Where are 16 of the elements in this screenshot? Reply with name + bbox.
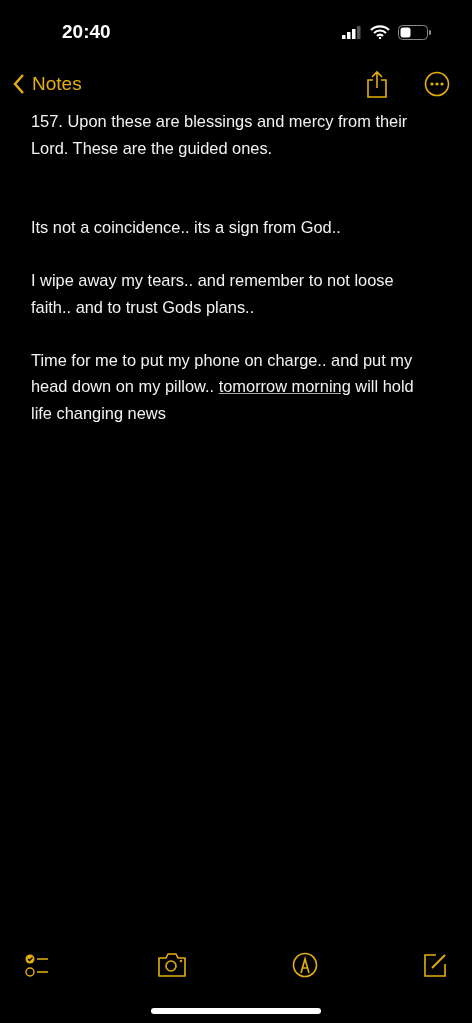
wifi-icon bbox=[370, 25, 390, 39]
date-link[interactable]: tomorrow morning bbox=[218, 377, 351, 395]
more-icon[interactable] bbox=[424, 71, 450, 97]
note-text: I wipe away my tears.. and remember to not loose faith.. and to trust Gods plans.. bbox=[31, 270, 395, 318]
note-text: Its not a coincidence.. its a sign from God.. bbox=[31, 217, 342, 238]
pen-tip-icon[interactable] bbox=[292, 952, 318, 978]
camera-icon[interactable] bbox=[156, 952, 188, 978]
compose-icon[interactable] bbox=[422, 952, 448, 978]
chevron-left-icon bbox=[12, 73, 26, 95]
note-text: Time for me to put my phone on charge.. and put my head down on my pillow.. tomorrow morning will hold life changing news bbox=[31, 349, 415, 424]
battery-icon bbox=[398, 24, 432, 40]
share-icon[interactable] bbox=[366, 70, 388, 98]
signal-icon bbox=[342, 25, 362, 39]
note-text: 157. Upon these are blessings and mercy from their Lord. These are the guided ones. bbox=[31, 111, 409, 159]
status-time: 20:40 bbox=[62, 21, 111, 43]
back-button[interactable]: Notes bbox=[12, 73, 82, 95]
